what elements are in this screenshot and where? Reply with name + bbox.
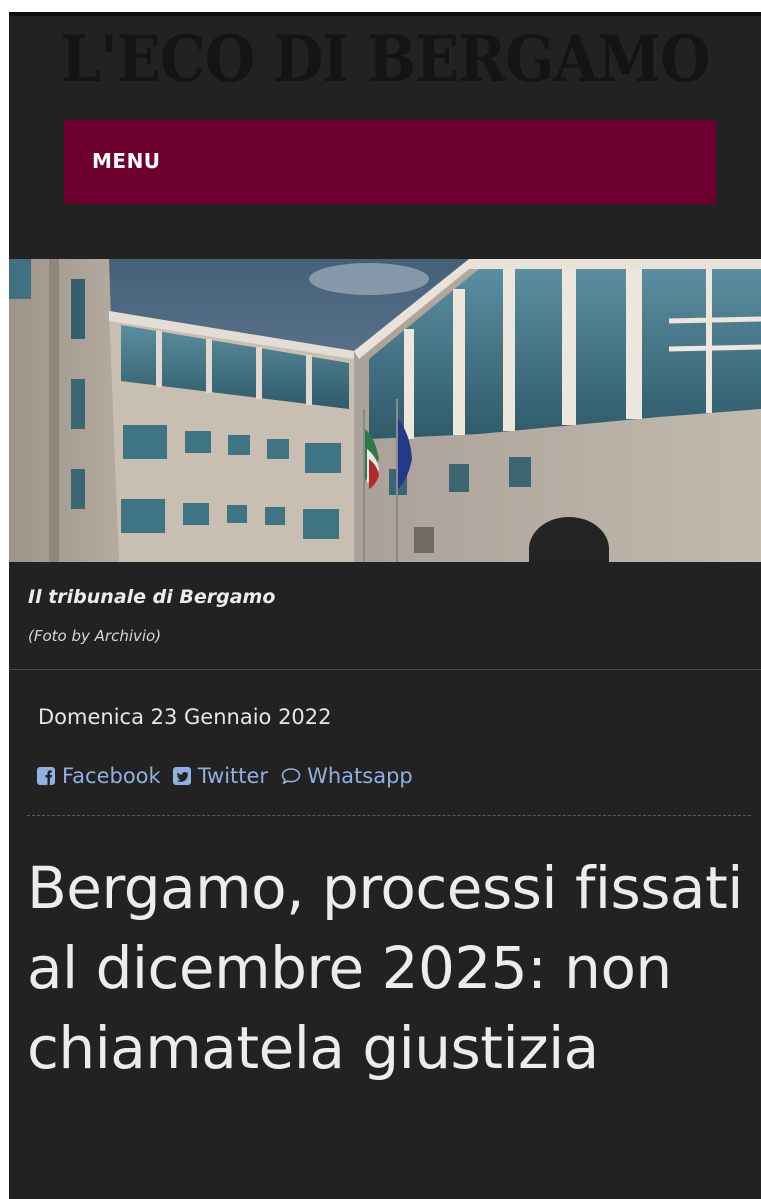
top-border: [9, 12, 761, 16]
article-page: L'ECO DI BERGAMO MENU Il tribunale di Be…: [9, 12, 761, 1199]
share-facebook-link[interactable]: Facebook: [37, 764, 161, 788]
share-divider: [27, 815, 751, 816]
share-twitter-label: Twitter: [197, 764, 269, 788]
menu-button[interactable]: MENU: [64, 120, 716, 204]
article-headline: Bergamo, processi fissati al dicembre 20…: [27, 854, 743, 1082]
article-date: Domenica 23 Gennaio 2022: [38, 705, 332, 729]
article-photo: [9, 259, 761, 562]
caption-divider: [9, 669, 761, 670]
menu-label: MENU: [92, 149, 161, 173]
masthead-logo[interactable]: L'ECO DI BERGAMO: [47, 20, 724, 100]
speech-bubble-icon: [281, 768, 301, 785]
share-whatsapp-link[interactable]: Whatsapp: [280, 764, 413, 788]
share-twitter-link[interactable]: Twitter: [172, 764, 269, 788]
twitter-icon: [172, 767, 191, 785]
share-bar: Facebook Twitter Whatsapp: [37, 764, 425, 788]
photo-credit: (Foto by Archivio): [28, 627, 162, 645]
share-facebook-label: Facebook: [62, 764, 161, 788]
share-whatsapp-label: Whatsapp: [307, 764, 413, 788]
photo-caption: Il tribunale di Bergamo: [28, 586, 276, 608]
facebook-icon: [37, 767, 55, 785]
